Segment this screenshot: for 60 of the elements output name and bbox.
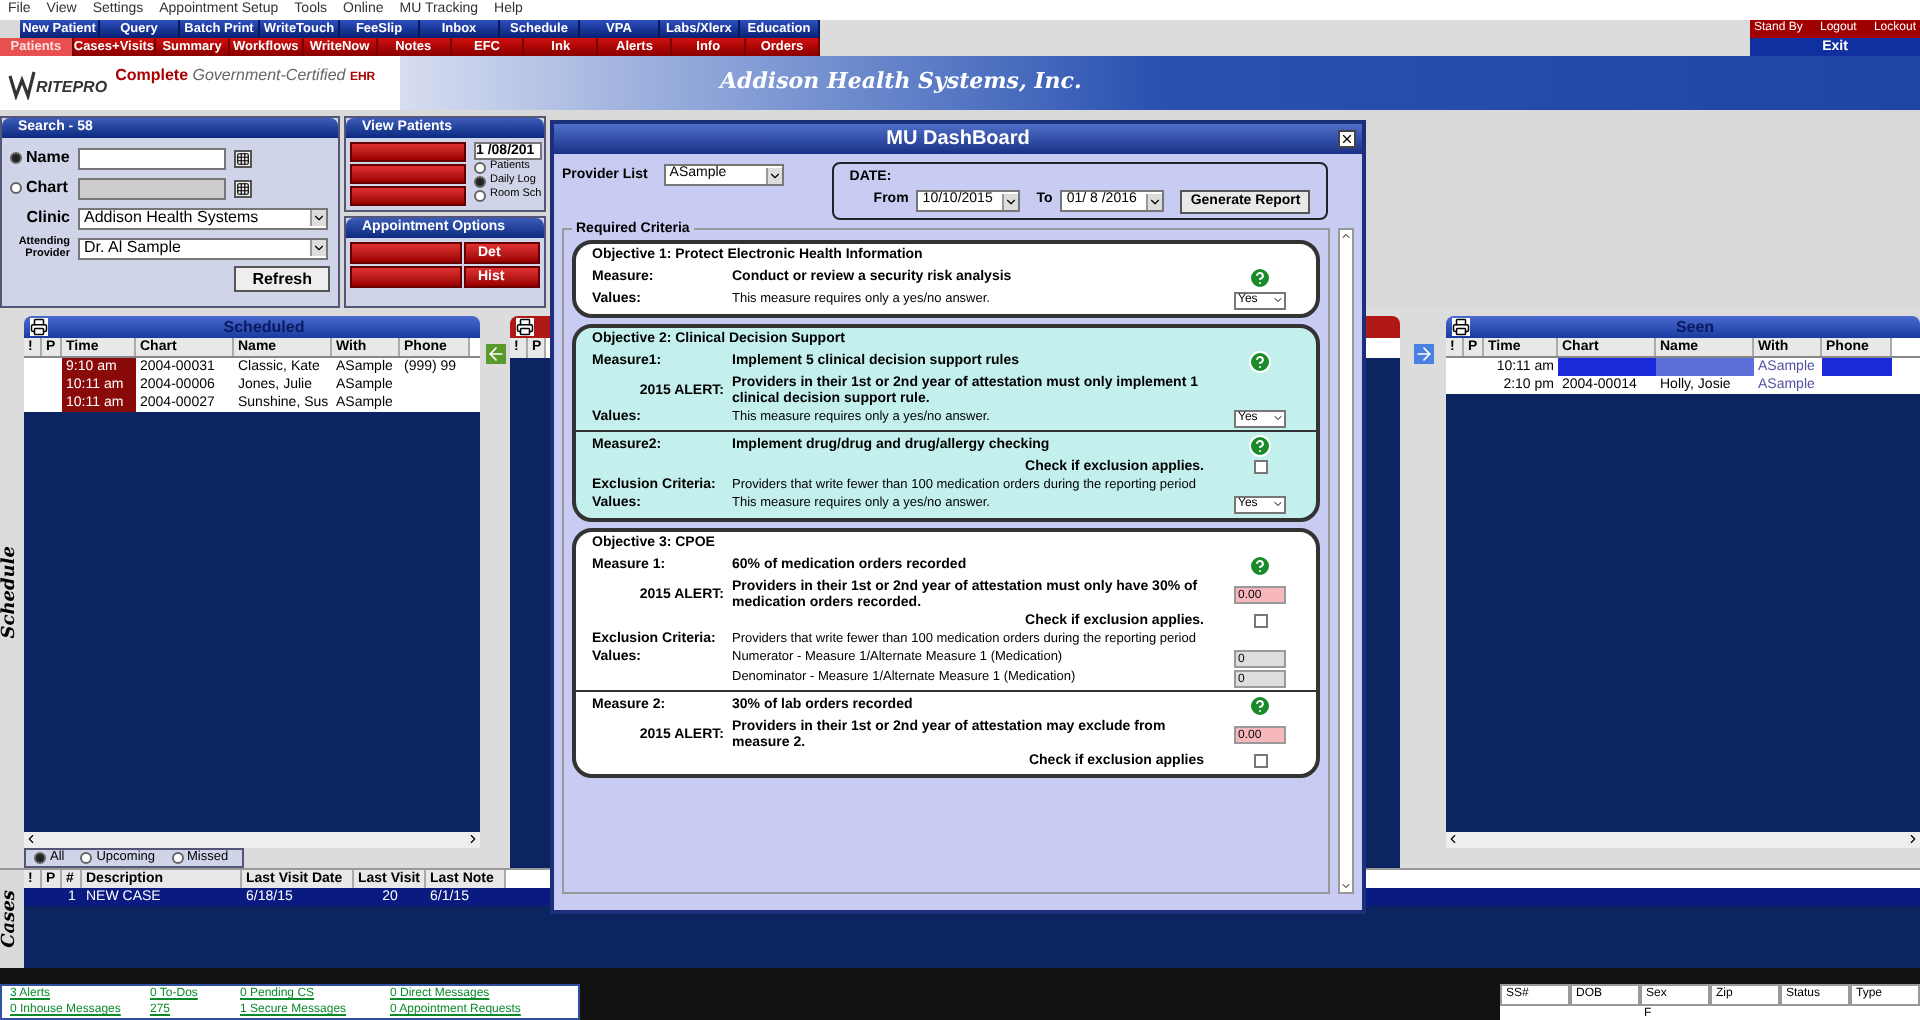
clinic-select[interactable]: Addison Health Systems bbox=[78, 207, 328, 229]
panel-title: Scheduled bbox=[221, 315, 307, 339]
dropdown-icon bbox=[765, 167, 782, 183]
printer-icon[interactable] bbox=[1452, 318, 1470, 336]
provider-select[interactable]: Dr. Al Sample bbox=[78, 237, 328, 259]
scroll-up-icon[interactable] bbox=[1340, 229, 1352, 241]
company-name: Addison Health Systems, Inc. bbox=[720, 66, 1082, 99]
panel-title: Seen bbox=[1673, 315, 1717, 339]
dropdown-icon bbox=[1272, 294, 1284, 306]
table-cell bbox=[1656, 358, 1754, 376]
help-icon[interactable] bbox=[1248, 433, 1272, 457]
printer-icon[interactable] bbox=[516, 318, 534, 336]
logo-text: RITEPRO bbox=[36, 75, 108, 99]
dropdown-icon bbox=[1272, 498, 1284, 510]
radio-button[interactable] bbox=[474, 175, 486, 187]
printer-icon[interactable] bbox=[30, 318, 48, 336]
radio-button[interactable] bbox=[171, 852, 183, 864]
table-cell bbox=[1558, 358, 1656, 376]
dropdown-icon bbox=[310, 210, 326, 226]
radio-button[interactable] bbox=[474, 189, 486, 201]
scroll-left-icon[interactable] bbox=[24, 832, 38, 846]
option-button[interactable] bbox=[350, 242, 462, 264]
arrow-left-icon[interactable] bbox=[485, 344, 505, 364]
radio-button[interactable] bbox=[34, 852, 46, 864]
scroll-left-icon[interactable] bbox=[1446, 832, 1460, 846]
scroll-right-icon[interactable] bbox=[466, 832, 480, 846]
dropdown-icon bbox=[1002, 193, 1019, 209]
refresh-button[interactable]: Refresh bbox=[234, 266, 330, 292]
view-button[interactable] bbox=[350, 142, 466, 162]
exclusion-checkbox[interactable] bbox=[1253, 614, 1267, 628]
radio-label: Name bbox=[26, 146, 70, 170]
close-icon[interactable] bbox=[1338, 130, 1356, 148]
help-icon[interactable] bbox=[1248, 265, 1272, 289]
radio-button[interactable] bbox=[80, 852, 93, 864]
dialog-title: MU DashBoard bbox=[886, 126, 1030, 154]
grid-icon[interactable] bbox=[234, 179, 252, 197]
grid-icon[interactable] bbox=[234, 149, 252, 167]
exclusion-checkbox[interactable] bbox=[1253, 754, 1267, 768]
option-button[interactable] bbox=[350, 266, 462, 288]
horizontal-scrollbar[interactable] bbox=[24, 832, 480, 848]
exclusion-checkbox[interactable] bbox=[1253, 460, 1267, 474]
search-field[interactable] bbox=[78, 147, 226, 169]
dropdown-icon bbox=[1272, 412, 1284, 424]
radio-button[interactable] bbox=[474, 161, 486, 173]
dropdown-icon bbox=[1146, 193, 1163, 209]
scrollbar[interactable] bbox=[1338, 227, 1354, 894]
dropdown-icon bbox=[310, 240, 326, 256]
radio-button[interactable] bbox=[10, 152, 22, 164]
scroll-down-icon[interactable] bbox=[1340, 880, 1352, 892]
help-icon[interactable] bbox=[1248, 349, 1272, 373]
cases-label: Cases bbox=[0, 890, 23, 948]
help-icon[interactable] bbox=[1248, 693, 1272, 717]
radio-label: Chart bbox=[26, 176, 68, 200]
schedule-label: Schedule bbox=[0, 545, 23, 639]
horizontal-scrollbar[interactable] bbox=[1446, 832, 1920, 848]
arrow-right-icon[interactable] bbox=[1413, 344, 1433, 364]
clinic-label: Clinic bbox=[24, 206, 70, 230]
scroll-right-icon[interactable] bbox=[1906, 832, 1920, 846]
logo-swoosh-icon bbox=[8, 67, 36, 99]
help-icon[interactable] bbox=[1248, 553, 1272, 577]
